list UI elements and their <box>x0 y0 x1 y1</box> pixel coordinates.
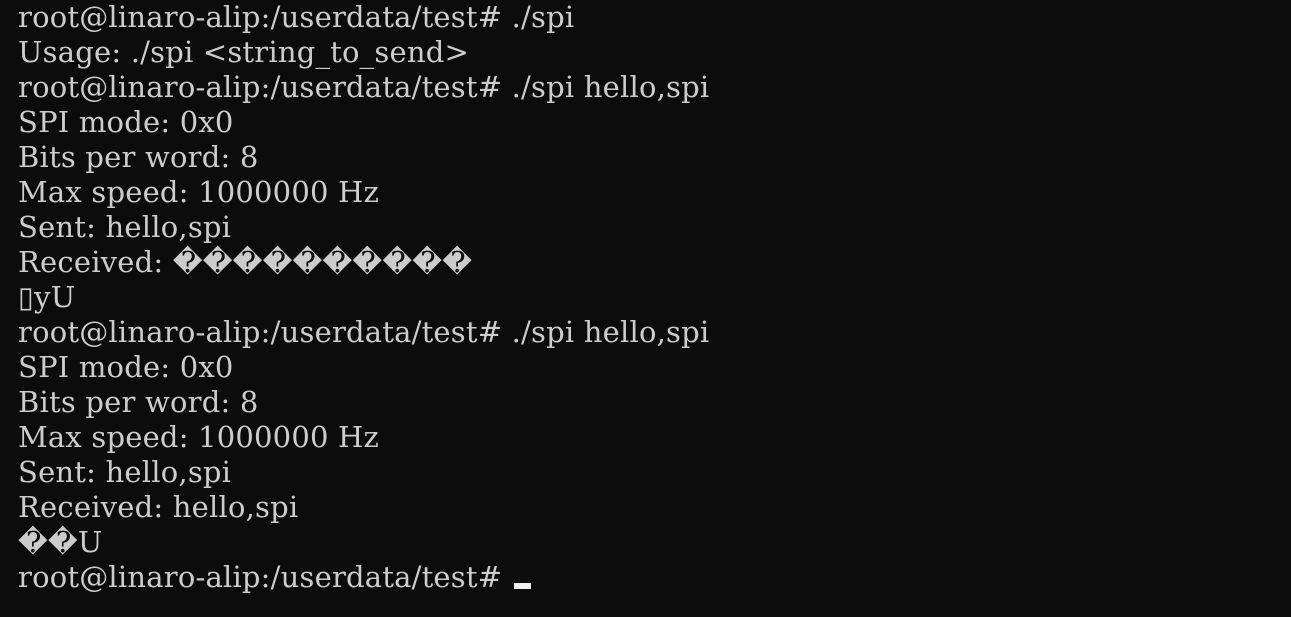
terminal-line: Sent: hello,spi <box>18 210 232 244</box>
terminal-line: SPI mode: 0x0 <box>18 350 234 384</box>
terminal-line: root@linaro-alip:/userdata/test# ./spi h… <box>18 70 710 104</box>
terminal-line: root@linaro-alip:/userdata/test# ./spi h… <box>18 315 710 349</box>
terminal-line: Usage: ./spi <string_to_send> <box>18 35 469 69</box>
terminal-line: root@linaro-alip:/userdata/test# ./spi <box>18 0 575 34</box>
text-cursor <box>513 583 531 589</box>
terminal-prompt: root@linaro-alip:/userdata/test# <box>18 560 512 594</box>
terminal-line: ��U <box>18 525 103 559</box>
terminal-window[interactable]: root@linaro-alip:/userdata/test# ./spi U… <box>0 0 1291 617</box>
terminal-line: Max speed: 1000000 Hz <box>18 175 380 209</box>
terminal-line: ▯yU <box>18 280 76 314</box>
terminal-line: Received: hello,spi <box>18 490 299 524</box>
terminal-line: Bits per word: 8 <box>18 385 259 419</box>
terminal-line: Bits per word: 8 <box>18 140 259 174</box>
terminal-line: SPI mode: 0x0 <box>18 105 234 139</box>
terminal-line: Sent: hello,spi <box>18 455 232 489</box>
terminal-prompt-line[interactable]: root@linaro-alip:/userdata/test# <box>18 560 531 595</box>
terminal-line: Received: ���������� <box>18 245 473 279</box>
terminal-line: Max speed: 1000000 Hz <box>18 420 380 454</box>
